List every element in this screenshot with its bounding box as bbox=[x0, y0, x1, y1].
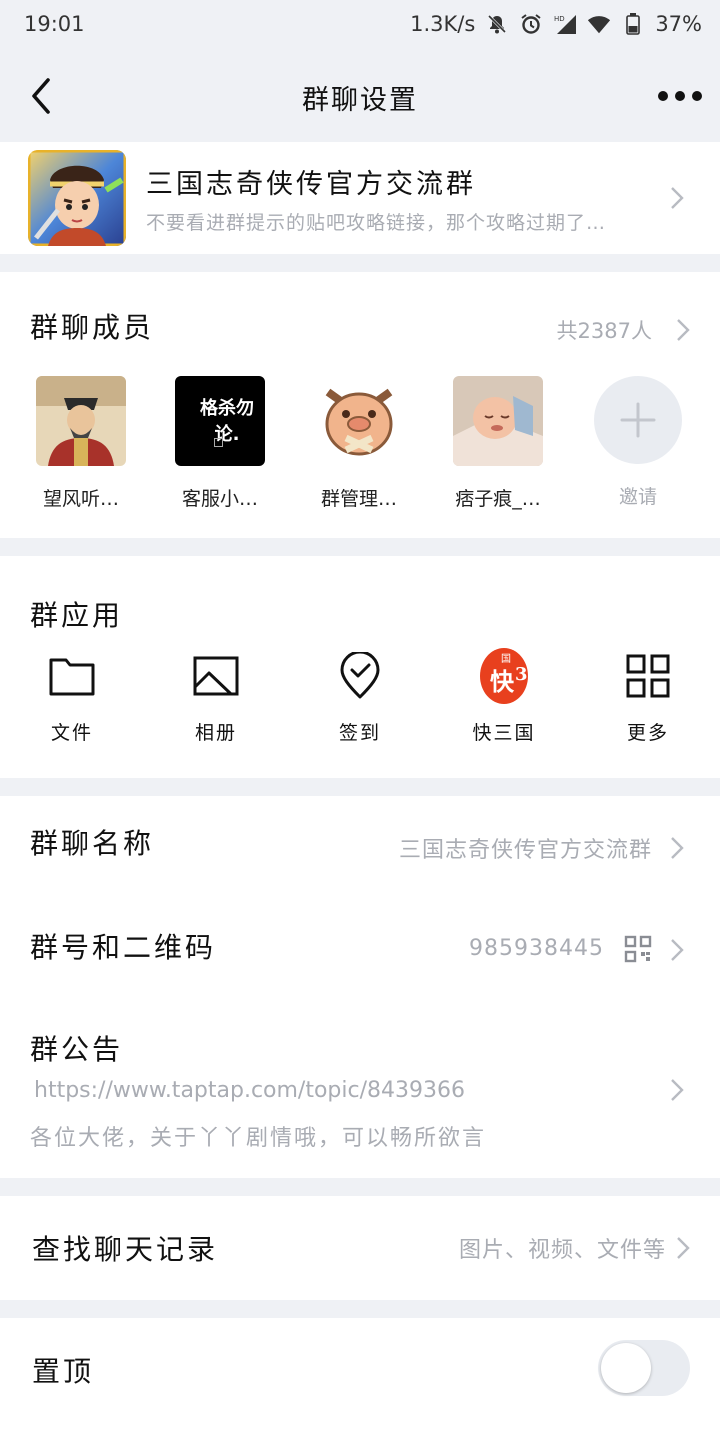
apps-title: 群应用 bbox=[30, 599, 124, 632]
image-icon bbox=[192, 652, 240, 700]
network-speed: 1.3K/s bbox=[410, 12, 476, 36]
more-dots-icon bbox=[658, 91, 668, 101]
status-time: 19:01 bbox=[24, 12, 85, 36]
group-avatar bbox=[28, 150, 126, 246]
app-more[interactable]: 更多 bbox=[593, 652, 703, 745]
qr-code-icon bbox=[624, 935, 652, 963]
alarm-icon bbox=[519, 12, 543, 36]
member-item[interactable]: 痞子痕_… bbox=[443, 376, 553, 511]
members-count[interactable]: 共2387人 bbox=[557, 315, 652, 345]
group-profile-row[interactable]: 三国志奇侠传官方交流群 不要看进群提示的贴吧攻略链接，那个攻略过期了… bbox=[0, 142, 720, 254]
app-album[interactable]: 相册 bbox=[161, 652, 271, 745]
member-item[interactable]: 望风听… bbox=[26, 376, 136, 511]
chevron-right-icon bbox=[671, 939, 684, 961]
nav-bar: 群聊设置 bbox=[0, 50, 720, 142]
member-name: 望风听… bbox=[42, 488, 119, 510]
group-notice-link: https://www.taptap.com/topic/8439366 bbox=[34, 1078, 465, 1103]
member-name: 痞子痕_… bbox=[455, 488, 541, 510]
app-label: 更多 bbox=[626, 722, 669, 744]
invite-button[interactable]: 邀请 bbox=[583, 376, 693, 509]
battery-percent: 37% bbox=[655, 12, 702, 36]
members-title: 群聊成员 bbox=[30, 311, 155, 344]
member-avatar bbox=[453, 376, 543, 466]
member-avatar bbox=[36, 376, 126, 466]
grid-icon bbox=[624, 652, 672, 700]
pin-label: 置顶 bbox=[32, 1355, 95, 1388]
app-label: 相册 bbox=[194, 722, 237, 744]
kuaisanguo-icon: 国 快 3 bbox=[480, 648, 528, 704]
more-button[interactable] bbox=[658, 76, 702, 116]
members-section: 群聊成员 共2387人 望风听… 格杀勿论. 客服小… 群管理… 痞子痕_… 邀… bbox=[0, 272, 720, 538]
search-history-row[interactable]: 查找聊天记录 图片、视频、文件等 bbox=[0, 1196, 720, 1300]
chevron-right-icon bbox=[671, 187, 684, 209]
group-notice-label: 群公告 bbox=[30, 1033, 124, 1066]
chevron-right-icon[interactable] bbox=[676, 318, 690, 342]
search-history-hint: 图片、视频、文件等 bbox=[458, 1238, 666, 1263]
group-name: 三国志奇侠传官方交流群 bbox=[146, 169, 476, 200]
app-label: 快三国 bbox=[472, 722, 536, 744]
wifi-icon bbox=[587, 12, 611, 36]
hd-signal-icon: HD bbox=[553, 12, 577, 36]
group-number-value: 985938445 bbox=[469, 936, 604, 961]
member-avatar-text: 格杀勿论. bbox=[200, 398, 254, 445]
app-label: 签到 bbox=[338, 722, 381, 744]
member-avatar: 格杀勿论. bbox=[175, 376, 265, 466]
app-kuaisanguo[interactable]: 国 快 3 快三国 bbox=[449, 648, 559, 745]
chevron-right-icon bbox=[671, 1079, 684, 1101]
folder-icon bbox=[48, 652, 96, 700]
group-name-value: 三国志奇侠传官方交流群 bbox=[398, 838, 652, 863]
battery-icon bbox=[621, 12, 645, 36]
checkin-icon bbox=[336, 652, 384, 700]
status-indicators: 1.3K/s HD 37% bbox=[410, 12, 702, 36]
group-info-section: 群聊名称 三国志奇侠传官方交流群 群号和二维码 985938445 群公告 ht… bbox=[0, 796, 720, 1178]
member-item[interactable]: 群管理… bbox=[304, 376, 414, 511]
group-description: 不要看进群提示的贴吧攻略链接，那个攻略过期了… bbox=[146, 212, 607, 234]
mute-bell-icon bbox=[485, 12, 509, 36]
member-name: 群管理… bbox=[320, 488, 397, 510]
toggle-knob bbox=[601, 1343, 651, 1393]
group-number-label: 群号和二维码 bbox=[30, 931, 217, 964]
page-title: 群聊设置 bbox=[302, 85, 418, 116]
invite-label: 邀请 bbox=[618, 486, 657, 508]
group-notice-text: 各位大佬，关于丫丫剧情哦，可以畅所欲言 bbox=[30, 1126, 487, 1151]
chevron-right-icon bbox=[677, 1237, 690, 1259]
group-apps-section: 群应用 文件 相册 签到 国 快 3 快三国 更多 bbox=[0, 556, 720, 778]
status-bar: 19:01 1.3K/s HD 37% bbox=[0, 0, 720, 50]
pin-row: 置顶 bbox=[0, 1318, 720, 1440]
svg-text:HD: HD bbox=[554, 15, 565, 23]
chevron-right-icon bbox=[671, 837, 684, 859]
plus-icon bbox=[594, 376, 682, 464]
member-item[interactable]: 格杀勿论. 客服小… bbox=[165, 376, 275, 511]
pin-toggle[interactable] bbox=[598, 1340, 690, 1396]
search-history-label: 查找聊天记录 bbox=[32, 1233, 219, 1266]
group-name-label: 群聊名称 bbox=[30, 827, 155, 860]
app-checkin[interactable]: 签到 bbox=[305, 652, 415, 745]
member-name: 客服小… bbox=[181, 488, 258, 510]
app-label: 文件 bbox=[50, 722, 93, 744]
member-avatar bbox=[314, 376, 404, 466]
app-files[interactable]: 文件 bbox=[17, 652, 127, 745]
